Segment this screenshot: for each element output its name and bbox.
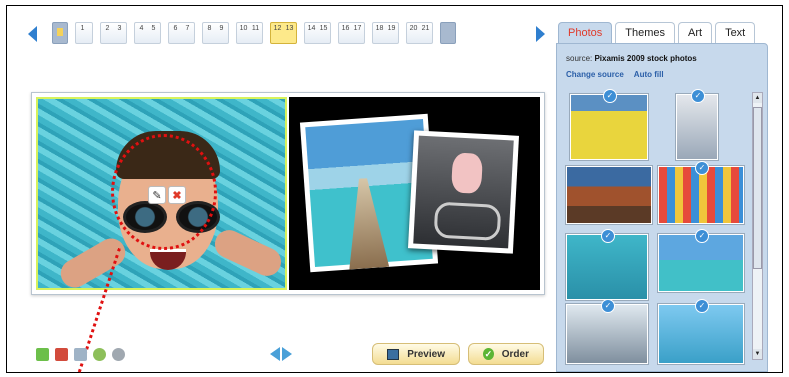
scroll-thumb[interactable]	[753, 107, 762, 269]
page-number: 9	[219, 25, 224, 32]
front-cover-thumbnail[interactable]	[52, 22, 68, 44]
spread-thumbnail-8-9[interactable]: 89	[202, 22, 229, 44]
page-number: 14	[307, 25, 316, 32]
photo-arm	[210, 225, 285, 281]
checkmark-icon: ✓	[691, 89, 705, 103]
page-thumbnail-strip: 1 2 3 4 5 6 7 8 9 10 11 12 13 14 15 16 17 18 19 20 21	[52, 22, 456, 44]
page-number: 13	[285, 25, 294, 32]
photo-scrollbar[interactable]: ▲ ▼	[752, 92, 763, 360]
order-check-icon: ✓	[483, 348, 494, 360]
page-number: 17	[353, 25, 362, 32]
girl-bike-photo-image	[413, 135, 514, 249]
checkmark-icon: ✓	[695, 299, 709, 313]
tab-photos[interactable]: Photos	[558, 22, 613, 44]
spread-thumbnail-10-11[interactable]: 10 11	[236, 22, 263, 44]
page-number: 7	[185, 25, 190, 32]
page-number: 10	[239, 25, 248, 32]
photo-thumbnail[interactable]: ✓	[676, 89, 718, 160]
panel-tabs: Photos Themes Art Text	[558, 22, 756, 44]
back-cover-thumbnail[interactable]	[440, 22, 456, 44]
photo-thumbnail[interactable]: ✓	[566, 299, 648, 364]
panel-body: source: Pixamis 2009 stock photos Change…	[556, 43, 768, 372]
page-number: 11	[251, 25, 260, 32]
preview-label: Preview	[407, 348, 445, 360]
album-spread: ✎ ✖	[31, 92, 545, 295]
source-prefix: source:	[566, 54, 593, 63]
spread-thumbnail-12-13[interactable]: 12 13	[270, 22, 297, 44]
annotation-circle	[111, 134, 217, 250]
tab-themes[interactable]: Themes	[615, 22, 675, 44]
page-number: 16	[341, 25, 350, 32]
prev-spread-arrow-icon[interactable]	[28, 26, 37, 42]
spread-thumbnail-16-17[interactable]: 16 17	[338, 22, 365, 44]
page-number: 19	[387, 25, 396, 32]
source-links: Change source Auto fill	[566, 70, 664, 79]
scroll-up-icon[interactable]: ▲	[753, 93, 762, 103]
scroll-down-icon[interactable]: ▼	[753, 349, 762, 359]
settings-gear-icon[interactable]	[112, 348, 125, 361]
page-number: 21	[421, 25, 430, 32]
photo-thumbnail[interactable]: ✓	[658, 229, 744, 292]
page-number: 3	[117, 25, 122, 32]
order-button[interactable]: ✓ Order	[468, 343, 544, 365]
checkmark-icon: ✓	[603, 89, 617, 103]
page-number: 8	[207, 25, 212, 32]
spread-thumbnail-6-7[interactable]: 67	[168, 22, 195, 44]
page-number: 6	[173, 25, 178, 32]
remove-page-icon[interactable]	[55, 348, 68, 361]
next-spread-arrow-icon[interactable]	[536, 26, 545, 42]
next-page-icon[interactable]	[282, 347, 292, 361]
preview-button[interactable]: Preview	[372, 343, 460, 365]
source-name: Pixamis 2009 stock photos	[594, 54, 697, 63]
spread-thumbnail-1[interactable]: 1	[75, 22, 93, 44]
source-line: source: Pixamis 2009 stock photos	[566, 54, 697, 63]
girl-shape	[450, 152, 484, 194]
pier-shape	[343, 177, 389, 270]
bike-shape	[433, 201, 502, 241]
spread-thumbnail-18-19[interactable]: 18 19	[372, 22, 399, 44]
tab-art[interactable]: Art	[678, 22, 713, 44]
layout-grid-icon[interactable]	[74, 348, 87, 361]
checkmark-icon: ✓	[695, 229, 709, 243]
auto-fill-link[interactable]: Auto fill	[634, 70, 664, 79]
girl-bike-photo[interactable]	[407, 130, 520, 254]
checkmark-icon: ✓	[601, 299, 615, 313]
page-number: 1	[80, 25, 85, 32]
page-number: 15	[319, 25, 328, 32]
page-number: 2	[105, 25, 110, 32]
photo-thumbnail[interactable]: ✓	[658, 299, 744, 364]
add-page-icon[interactable]	[36, 348, 49, 361]
page-number: 4	[139, 25, 144, 32]
order-label: Order	[501, 348, 529, 360]
previous-page-icon[interactable]	[270, 347, 280, 361]
photo-thumbnail[interactable]: ✓	[566, 229, 648, 300]
photo-thumbnail[interactable]: ✓	[570, 89, 648, 160]
page-number: 12	[273, 25, 282, 32]
spread-thumbnail-2-3[interactable]: 23	[100, 22, 127, 44]
page-number: 18	[375, 25, 384, 32]
page-number: 5	[151, 25, 156, 32]
tab-text[interactable]: Text	[715, 22, 756, 44]
spread-thumbnail-14-15[interactable]: 14 15	[304, 22, 331, 44]
spread-thumbnail-4-5[interactable]: 45	[134, 22, 161, 44]
preview-icon	[387, 348, 400, 360]
media-panel: Photos Themes Art Text source: Pixamis 2009…	[556, 22, 768, 372]
price-icon[interactable]	[93, 348, 106, 361]
right-page	[289, 97, 540, 290]
photo-thumbnail[interactable]	[566, 166, 652, 224]
checkmark-icon: ✓	[601, 229, 615, 243]
photo-thumbnail[interactable]: ✓	[658, 161, 744, 224]
page-tools	[36, 348, 125, 361]
spread-thumbnail-20-21[interactable]: 20 21	[406, 22, 433, 44]
checkmark-icon: ✓	[695, 161, 709, 175]
change-source-link[interactable]: Change source	[566, 70, 624, 79]
page-navigation	[270, 347, 292, 361]
page-number: 20	[409, 25, 418, 32]
